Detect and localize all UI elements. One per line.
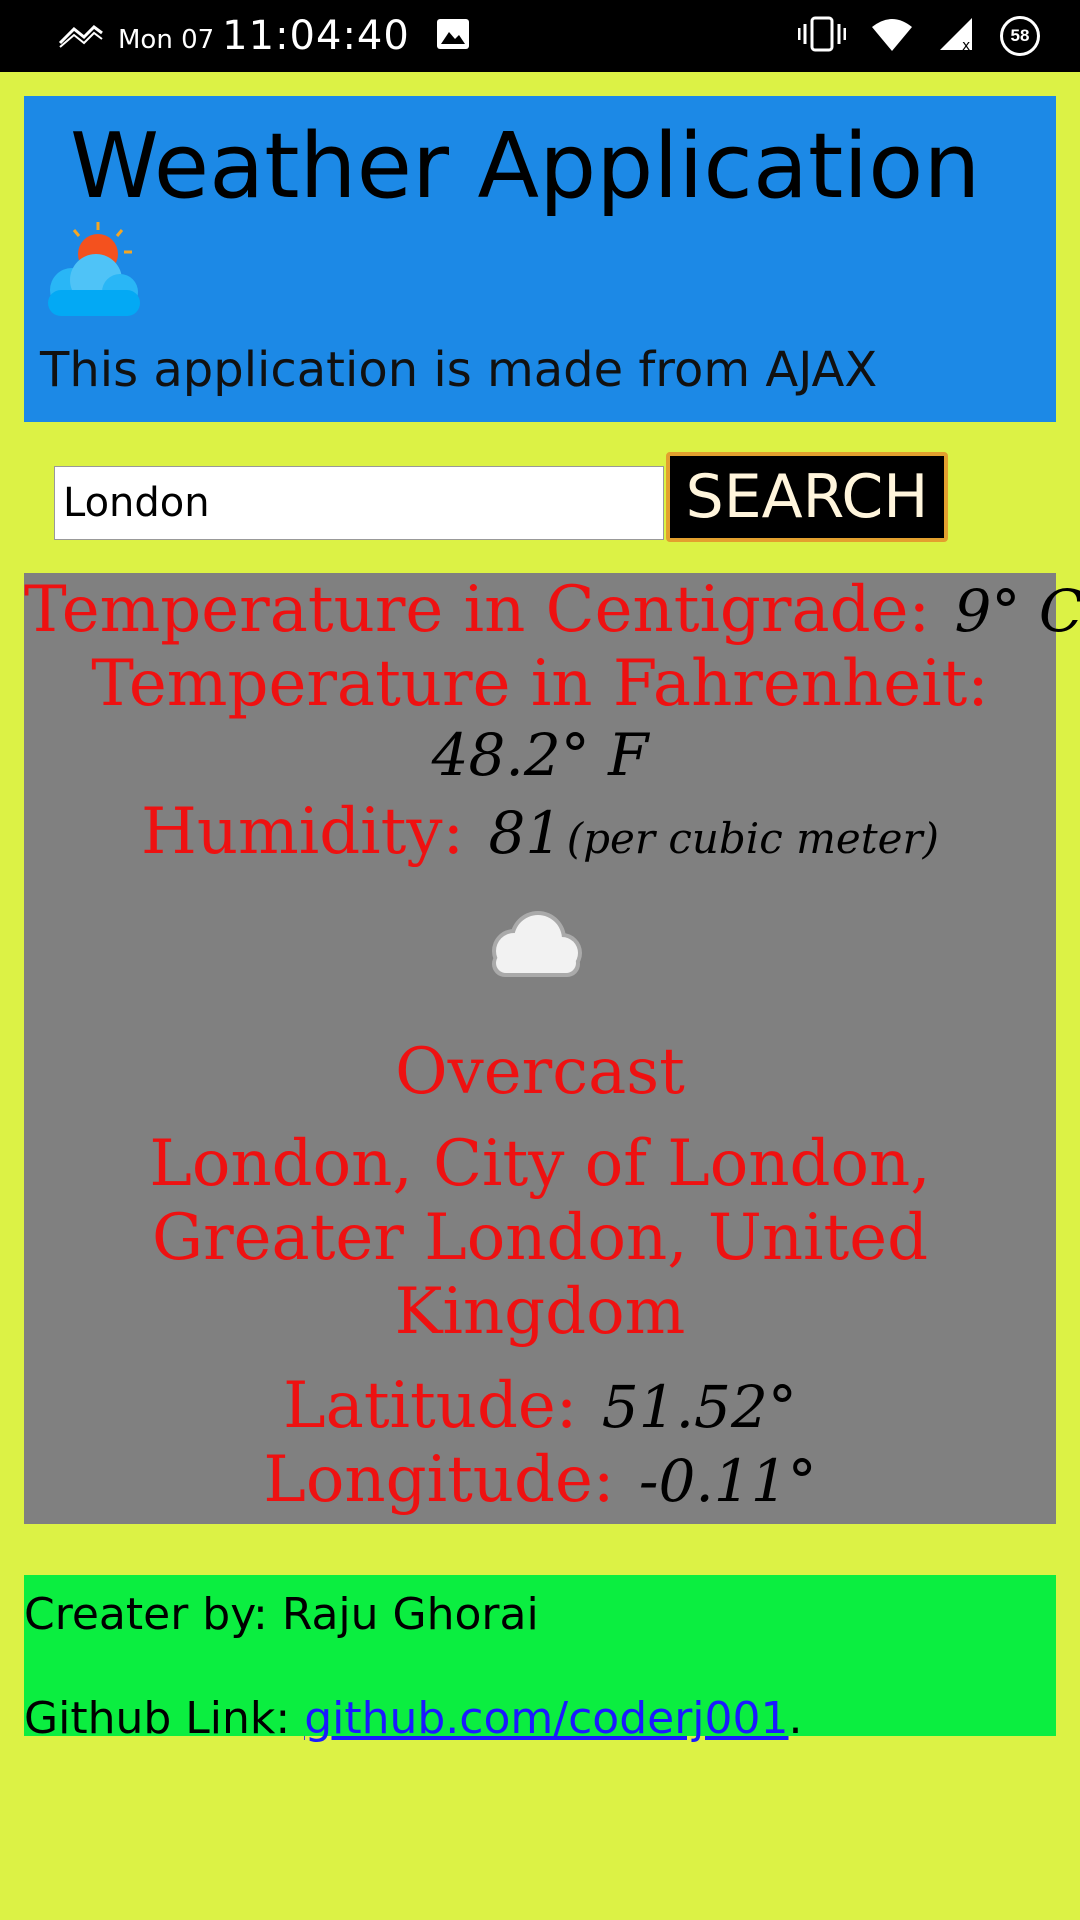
github-row: Github Link: github.com/coderj001.: [24, 1693, 803, 1744]
latitude-value: 51.52°: [601, 1373, 797, 1441]
header-subtitle: This application is made from AJAX: [40, 342, 878, 398]
longitude-label: Longitude:: [263, 1443, 615, 1517]
temp-centigrade-row: Temperature in Centigrade: 9° C: [24, 573, 1080, 647]
humidity-row: Humidity: 81 (per cubic meter): [24, 795, 1056, 869]
wifi-icon: [870, 17, 914, 56]
temp-fahrenheit-value: 48.2° F: [431, 721, 649, 789]
location-text-2: Greater London, United: [151, 1201, 929, 1275]
status-bar: Mon 07 11:04:40 x 58: [0, 0, 1080, 72]
location-line-2: Greater London, United: [24, 1201, 1056, 1275]
svg-text:x: x: [962, 38, 970, 52]
weather-result-panel: Temperature in Centigrade: 9° C Temperat…: [24, 573, 1080, 1524]
search-input[interactable]: [54, 466, 664, 540]
vibrate-icon: [797, 16, 847, 57]
location-line-1: London, City of London,: [24, 1127, 1056, 1201]
humidity-value: 81: [488, 799, 563, 867]
cell-signal-icon: x: [938, 16, 976, 57]
temp-fahrenheit-value-row: 48.2° F: [24, 721, 1056, 789]
location-text-3: Kingdom: [394, 1275, 686, 1349]
status-time: 11:04:40: [222, 13, 410, 59]
temp-fahrenheit-label: Temperature in Fahrenheit:: [91, 647, 989, 721]
sun-behind-cloud-icon: [38, 220, 148, 329]
longitude-row: Longitude: -0.11°: [24, 1443, 1056, 1517]
condition-row: Overcast: [24, 1035, 1056, 1109]
temp-centigrade-value: 9° C: [954, 577, 1080, 645]
footer: Creater by: Raju Ghorai Github Link: git…: [24, 1575, 1056, 1744]
github-suffix: .: [788, 1693, 803, 1744]
app-header: Weather Application This application is …: [24, 96, 1056, 422]
humidity-unit: (per cubic meter): [566, 814, 939, 863]
search-button[interactable]: SEARCH: [666, 452, 948, 542]
temp-fahrenheit-row: Temperature in Fahrenheit:: [24, 647, 1056, 721]
location-line-3: Kingdom: [24, 1275, 1056, 1349]
cloud-icon: [478, 905, 588, 986]
battery-icon: 58: [1000, 16, 1040, 56]
location-text-1: London, City of London,: [149, 1127, 931, 1201]
latitude-row: Latitude: 51.52°: [24, 1369, 1056, 1443]
weather-condition: Overcast: [395, 1035, 685, 1109]
signal-wave-icon: [58, 19, 104, 54]
github-link[interactable]: github.com/coderj001: [304, 1693, 788, 1744]
longitude-value: -0.11°: [638, 1447, 817, 1515]
github-prefix: Github Link:: [24, 1693, 305, 1744]
creator-text: Creater by: Raju Ghorai: [24, 1589, 539, 1640]
image-icon: [436, 18, 470, 55]
status-date: Mon 07: [118, 25, 215, 55]
temp-centigrade-label: Temperature in Centigrade:: [24, 573, 931, 647]
humidity-label: Humidity:: [141, 795, 465, 869]
latitude-label: Latitude:: [283, 1369, 578, 1443]
page-title: Weather Application: [70, 114, 981, 219]
